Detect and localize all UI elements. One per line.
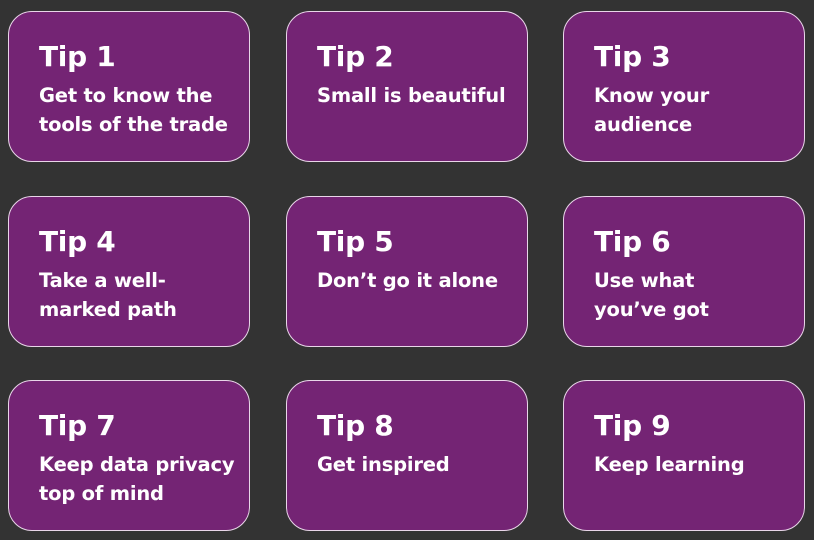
tip-title: Tip 4 — [39, 225, 116, 258]
tip-text: Keep data privacy top of mind — [39, 453, 235, 505]
tip-title: Tip 7 — [39, 409, 116, 442]
tip-card-5: Tip 5 Don’t go it alone — [286, 196, 528, 347]
tip-title: Tip 6 — [594, 225, 671, 258]
tip-text: Get to know the tools of the trade — [39, 84, 228, 136]
tip-text: Get inspired — [317, 453, 450, 476]
tip-title: Tip 3 — [594, 40, 671, 73]
tips-grid: Tip 1 Get to know the tools of the trade… — [0, 0, 814, 540]
tip-text: Use what you’ve got — [594, 269, 709, 321]
tip-title: Tip 5 — [317, 225, 394, 258]
tip-title: Tip 8 — [317, 409, 394, 442]
tip-card-1: Tip 1 Get to know the tools of the trade — [8, 11, 250, 162]
tip-card-7: Tip 7 Keep data privacy top of mind — [8, 380, 250, 531]
tip-text: Don’t go it alone — [317, 269, 498, 292]
tip-text: Know your audience — [594, 84, 710, 136]
tip-title: Tip 1 — [39, 40, 116, 73]
tip-card-2: Tip 2 Small is beautiful — [286, 11, 528, 162]
tip-card-9: Tip 9 Keep learning — [563, 380, 805, 531]
tip-text: Small is beautiful — [317, 84, 506, 107]
tip-title: Tip 9 — [594, 409, 671, 442]
tip-title: Tip 2 — [317, 40, 394, 73]
tip-card-6: Tip 6 Use what you’ve got — [563, 196, 805, 347]
tip-text: Keep learning — [594, 453, 745, 476]
tip-text: Take a well- marked path — [39, 269, 177, 321]
tip-card-3: Tip 3 Know your audience — [563, 11, 805, 162]
tip-card-4: Tip 4 Take a well- marked path — [8, 196, 250, 347]
tip-card-8: Tip 8 Get inspired — [286, 380, 528, 531]
